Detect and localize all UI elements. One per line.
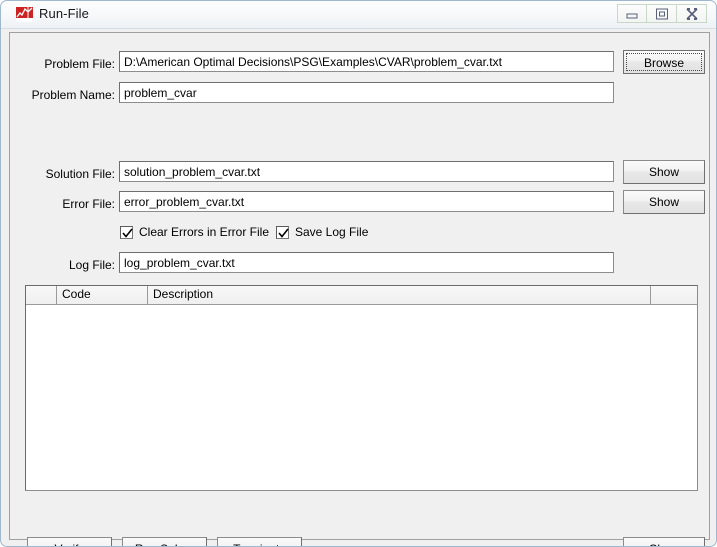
terminate-button-label: Terminate	[233, 542, 286, 546]
grid-col-description[interactable]: Description	[148, 286, 651, 304]
verify-button[interactable]: Verify	[27, 537, 112, 546]
problem-name-input[interactable]	[119, 82, 614, 103]
restore-button[interactable]	[647, 4, 677, 23]
close-button[interactable]	[677, 4, 707, 23]
show-error-label: Show	[648, 195, 680, 209]
clear-errors-checkbox[interactable]: Clear Errors in Error File	[120, 225, 269, 239]
minimize-icon	[626, 13, 638, 18]
title-bar: Run-File	[1, 1, 716, 29]
restore-icon	[655, 8, 668, 19]
minimize-button[interactable]	[617, 4, 647, 23]
grid-header-row: Code Description	[26, 286, 697, 305]
main-panel: Problem File: Browse Problem Name: Solut…	[9, 32, 710, 546]
problem-file-input[interactable]	[119, 51, 614, 72]
close-icon	[685, 7, 698, 20]
close-dialog-button[interactable]: Close	[623, 537, 705, 546]
run-file-window: Run-File Problem File: D:\American Optim…	[0, 0, 717, 547]
show-solution-button[interactable]: Show	[623, 160, 705, 184]
run-solver-button[interactable]: Run Solver	[122, 537, 207, 546]
grid-col-row-marker[interactable]	[26, 286, 57, 304]
solution-file-label: Solution File:	[45, 167, 115, 181]
grid-body[interactable]	[26, 305, 697, 490]
save-log-checkbox-box[interactable]	[276, 225, 289, 239]
grid-col-code[interactable]: Code	[57, 286, 148, 304]
problem-file-label: Problem File:	[44, 57, 115, 71]
problem-name-label: Problem Name:	[31, 88, 115, 102]
log-file-label: Log File:	[68, 258, 115, 272]
checkmark-icon	[122, 228, 133, 238]
close-dialog-button-label: Close	[649, 542, 680, 546]
messages-grid[interactable]: Code Description	[25, 285, 698, 491]
verify-button-label: Verify	[54, 542, 84, 546]
save-log-checkbox[interactable]: Save Log File	[276, 225, 368, 239]
window-title: Run-File	[39, 6, 89, 21]
save-log-label: Save Log File	[295, 225, 369, 239]
clear-errors-label: Clear Errors in Error File	[139, 225, 270, 239]
window-controls	[617, 4, 707, 23]
chart-app-icon	[16, 7, 33, 22]
solution-file-input[interactable]	[119, 161, 614, 182]
browse-button-label: Browse	[626, 53, 702, 71]
show-error-button[interactable]: Show	[623, 190, 705, 214]
clear-errors-checkbox-box[interactable]	[120, 225, 133, 239]
error-file-label: Error File:	[62, 197, 115, 211]
error-file-input[interactable]	[119, 191, 614, 212]
log-file-input[interactable]	[119, 252, 614, 273]
checkmark-icon	[278, 228, 289, 238]
terminate-button[interactable]: Terminate	[217, 537, 302, 546]
browse-button[interactable]: Browse	[623, 50, 705, 74]
run-solver-button-label: Run Solver	[135, 542, 194, 546]
grid-col-spacer[interactable]	[651, 286, 697, 304]
show-solution-label: Show	[648, 165, 680, 179]
